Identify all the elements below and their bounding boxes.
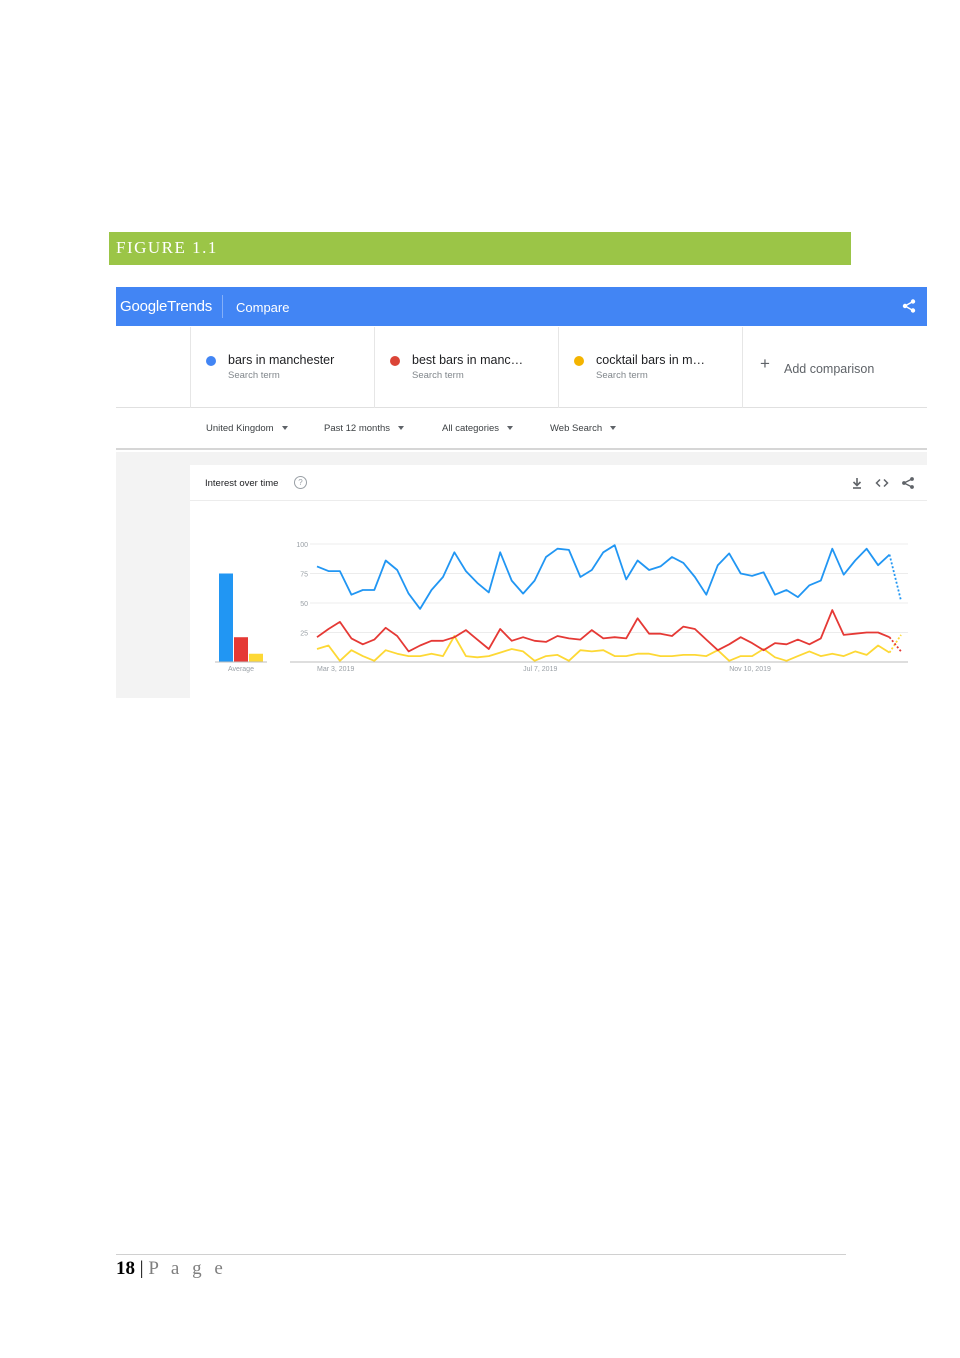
interest-over-time-chart: 100 75 50 25 Average Mar 3, 2019 Jul 7, 2019 No… (215, 542, 908, 673)
term-name: bars in manchester (228, 353, 335, 367)
add-comparison-button[interactable]: + Add comparison (742, 327, 927, 408)
term-type: Search term (228, 370, 280, 381)
term-name: cocktail bars in m… (596, 353, 706, 367)
share-icon[interactable] (901, 298, 917, 314)
search-terms-row: bars in manchester Search term best bars… (116, 327, 927, 408)
y-tick-label: 50 (300, 601, 308, 608)
average-label: Average (228, 666, 254, 673)
figure-label: FIGURE 1.1 (109, 232, 851, 265)
search-term-card-3[interactable]: cocktail bars in m… Search term (558, 327, 742, 408)
google-trends-logo[interactable]: GoogleTrends (120, 298, 212, 315)
x-tick-label: Jul 7, 2019 (523, 666, 557, 673)
term-type: Search term (412, 370, 464, 381)
help-icon[interactable]: ? (294, 476, 307, 489)
x-tick-label: Nov 10, 2019 (729, 666, 771, 673)
compare-title: Compare (236, 300, 290, 315)
google-trends-widget: GoogleTrends Compare bars in manchester … (116, 287, 927, 698)
x-tick-label: Mar 3, 2019 (317, 666, 354, 673)
term-color-dot (390, 356, 400, 366)
y-tick-label: 75 (300, 572, 308, 579)
search-type-dropdown[interactable]: Web Search (550, 423, 617, 434)
trends-header: GoogleTrends Compare (116, 287, 927, 326)
card-title: Interest over time (205, 478, 279, 489)
term-type: Search term (596, 370, 648, 381)
term-color-dot (206, 356, 216, 366)
period-value: Past 12 months (324, 423, 391, 434)
card-header: Interest over time ? (190, 465, 927, 501)
chevron-down-icon (281, 426, 288, 431)
embed-icon[interactable] (875, 476, 889, 490)
series-partial-line (888, 554, 902, 601)
chevron-down-icon (610, 426, 617, 431)
search-type-value: Web Search (550, 423, 603, 434)
plus-icon: + (760, 354, 770, 373)
average-bar (234, 637, 248, 662)
header-divider (222, 295, 223, 318)
region-value: United Kingdom (206, 423, 274, 434)
download-icon[interactable] (850, 476, 864, 490)
series-line (316, 635, 890, 662)
average-bar (249, 653, 263, 662)
page-footer: 18 | P a g e (116, 1258, 227, 1280)
series-line (316, 544, 891, 610)
term-color-dot (574, 356, 584, 366)
search-term-card-2[interactable]: best bars in manc… Search term (374, 327, 558, 408)
y-tick-label: 100 (296, 542, 308, 549)
add-comparison-label: Add comparison (784, 362, 875, 376)
logo-trends-text: Trends (167, 298, 213, 315)
y-tick-label: 25 (300, 631, 308, 638)
logo-google-text: Google (120, 298, 168, 315)
period-dropdown[interactable]: Past 12 months (324, 423, 405, 434)
average-bar (219, 573, 233, 662)
term-name: best bars in manc… (412, 353, 524, 367)
chevron-down-icon (398, 426, 405, 431)
category-value: All categories (442, 423, 500, 434)
search-term-card-1[interactable]: bars in manchester Search term (190, 327, 374, 408)
footer-separator: | (139, 1258, 144, 1279)
region-dropdown[interactable]: United Kingdom (206, 423, 288, 434)
filter-bar: United Kingdom Past 12 months All catego… (116, 409, 927, 450)
series-partial-line (888, 636, 902, 652)
chevron-down-icon (507, 426, 514, 431)
share-icon[interactable] (901, 476, 915, 490)
interest-over-time-card: Interest over time ? 100 75 50 25 Average Mar… (190, 465, 927, 698)
page-word: P a g e (148, 1258, 227, 1279)
category-dropdown[interactable]: All categories (442, 423, 514, 434)
series-line (316, 609, 890, 653)
page-number: 18 (116, 1258, 135, 1279)
footer-divider (116, 1254, 846, 1255)
